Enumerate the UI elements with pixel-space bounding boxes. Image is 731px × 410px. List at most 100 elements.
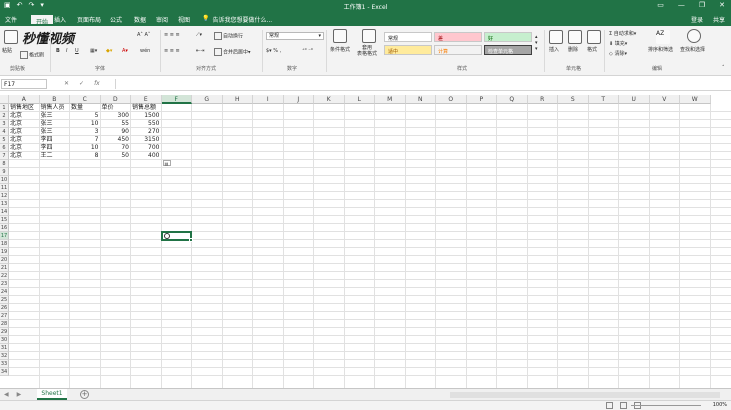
row-header-16[interactable]: 16 xyxy=(0,224,9,232)
style-check-cell[interactable]: 检查单元格 xyxy=(484,45,532,55)
row-header-21[interactable]: 21 xyxy=(0,264,9,272)
phonetic-icon[interactable]: wén xyxy=(140,48,150,54)
tab-home[interactable]: 开始 xyxy=(29,13,56,26)
orientation-icon[interactable]: ⟋▾ xyxy=(196,32,202,38)
prev-sheet-icon[interactable]: ◀ xyxy=(4,391,9,398)
column-header-c[interactable]: C xyxy=(70,95,101,104)
cell-c1[interactable]: 数量 xyxy=(71,104,99,112)
cell-b3[interactable]: 张三 xyxy=(41,120,69,128)
row-header-9[interactable]: 9 xyxy=(0,168,9,176)
insert-function-icon[interactable]: fx xyxy=(94,80,100,87)
row-header-12[interactable]: 12 xyxy=(0,192,9,200)
cell-d5[interactable]: 450 xyxy=(102,136,129,144)
fill-button[interactable]: ⬇ 填充▾ xyxy=(609,40,627,47)
conditional-format-icon[interactable] xyxy=(333,29,347,43)
row-header-8[interactable]: 8 xyxy=(0,160,9,168)
row-header-19[interactable]: 19 xyxy=(0,248,9,256)
tab-data[interactable]: 数据 xyxy=(134,15,146,24)
column-header-o[interactable]: O xyxy=(436,95,467,104)
horizontal-scrollbar[interactable] xyxy=(450,392,720,398)
enter-icon[interactable]: ✓ xyxy=(79,80,84,87)
clear-button[interactable]: ◇ 清除▾ xyxy=(609,50,627,57)
row-header-13[interactable]: 13 xyxy=(0,200,9,208)
row-header-4[interactable]: 4 xyxy=(0,128,9,136)
conditional-format-button[interactable]: 条件格式 xyxy=(330,46,350,53)
cell-a6[interactable]: 北京 xyxy=(10,144,38,152)
row-header-11[interactable]: 11 xyxy=(0,184,9,192)
row-header-7[interactable]: 7 xyxy=(0,152,9,160)
cell-c4[interactable]: 3 xyxy=(71,128,99,136)
ribbon-display-icon[interactable]: ▭ xyxy=(657,1,664,9)
style-neutral[interactable]: 适中 xyxy=(384,45,432,55)
cell-a5[interactable]: 北京 xyxy=(10,136,38,144)
row-header-34[interactable]: 34 xyxy=(0,368,9,376)
column-header-m[interactable]: M xyxy=(375,95,406,104)
cell-a1[interactable]: 销售地区 xyxy=(10,104,38,112)
sheet-tab-sheet1[interactable]: Sheet1 xyxy=(37,389,67,400)
quick-analysis-icon[interactable]: ▤ xyxy=(162,160,171,166)
cell-d7[interactable]: 50 xyxy=(102,152,129,160)
row-header-6[interactable]: 6 xyxy=(0,144,9,152)
row-header-10[interactable]: 10 xyxy=(0,176,9,184)
font-color-icon[interactable]: A▾ xyxy=(122,48,128,54)
formula-input[interactable] xyxy=(115,79,729,89)
cell-d1[interactable]: 单价 xyxy=(102,104,130,112)
column-header-w[interactable]: W xyxy=(680,95,711,104)
cell-a3[interactable]: 北京 xyxy=(10,120,38,128)
cell-e4[interactable]: 270 xyxy=(132,128,159,136)
number-format-select[interactable]: 常规 ▾ xyxy=(266,32,324,40)
cell-b6[interactable]: 李四 xyxy=(41,144,69,152)
row-header-14[interactable]: 14 xyxy=(0,208,9,216)
italic-button[interactable]: I xyxy=(66,48,67,54)
restore-icon[interactable]: ❐ xyxy=(699,1,705,9)
cell-c5[interactable]: 7 xyxy=(71,136,99,144)
tab-page-layout[interactable]: 页面布局 xyxy=(77,15,101,24)
cell-b2[interactable]: 张三 xyxy=(41,112,69,120)
cell-c6[interactable]: 10 xyxy=(71,144,99,152)
format-as-table-button[interactable]: 套用 表格格式 xyxy=(357,45,377,57)
row-header-24[interactable]: 24 xyxy=(0,288,9,296)
zoom-slider[interactable] xyxy=(631,405,701,406)
row-header-5[interactable]: 5 xyxy=(0,136,9,144)
collapse-ribbon-icon[interactable]: ˄ xyxy=(722,65,725,71)
minimize-icon[interactable]: — xyxy=(678,1,685,9)
column-header-u[interactable]: U xyxy=(619,95,650,104)
select-all-corner[interactable] xyxy=(0,95,9,104)
row-header-28[interactable]: 28 xyxy=(0,320,9,328)
indent-icon[interactable]: ⇤⇥ xyxy=(196,48,204,54)
next-sheet-icon[interactable]: ▶ xyxy=(17,391,22,398)
column-header-a[interactable]: A xyxy=(9,95,40,104)
column-header-n[interactable]: N xyxy=(405,95,436,104)
zoom-level[interactable]: 100% xyxy=(713,402,727,408)
add-sheet-icon[interactable]: + xyxy=(80,390,89,399)
paste-button[interactable]: 粘贴 xyxy=(2,47,12,54)
column-header-f[interactable]: F xyxy=(161,95,192,104)
row-header-30[interactable]: 30 xyxy=(0,336,9,344)
column-header-h[interactable]: H xyxy=(222,95,253,104)
row-header-31[interactable]: 31 xyxy=(0,344,9,352)
sort-filter-button[interactable]: 排序和筛选 xyxy=(648,46,673,53)
format-cells-icon[interactable] xyxy=(587,30,601,44)
cell-e5[interactable]: 3150 xyxy=(132,136,159,144)
column-header-i[interactable]: I xyxy=(253,95,284,104)
cell-d4[interactable]: 90 xyxy=(102,128,129,136)
column-header-e[interactable]: E xyxy=(131,95,162,104)
merge-center-button[interactable]: 合并后居中▾ xyxy=(214,48,251,56)
format-painter-button[interactable]: 格式刷 xyxy=(20,51,44,59)
cell-d6[interactable]: 70 xyxy=(102,144,129,152)
row-header-32[interactable]: 32 xyxy=(0,352,9,360)
row-header-23[interactable]: 23 xyxy=(0,280,9,288)
tab-view[interactable]: 视图 xyxy=(178,15,190,24)
row-header-17[interactable]: 17 xyxy=(0,232,9,240)
cell-a4[interactable]: 北京 xyxy=(10,128,38,136)
insert-cells-button[interactable]: 插入 xyxy=(549,46,559,53)
share-button[interactable]: 共享 xyxy=(713,15,725,24)
cell-b7[interactable]: 王二 xyxy=(41,152,69,160)
tell-me-box[interactable]: 💡 告诉我您想要做什么... xyxy=(202,15,272,24)
row-header-20[interactable]: 20 xyxy=(0,256,9,264)
column-header-k[interactable]: K xyxy=(314,95,345,104)
cell-c7[interactable]: 8 xyxy=(71,152,99,160)
cell-e6[interactable]: 700 xyxy=(132,144,159,152)
page-layout-view-icon[interactable] xyxy=(620,402,627,409)
insert-cells-icon[interactable] xyxy=(549,30,563,44)
